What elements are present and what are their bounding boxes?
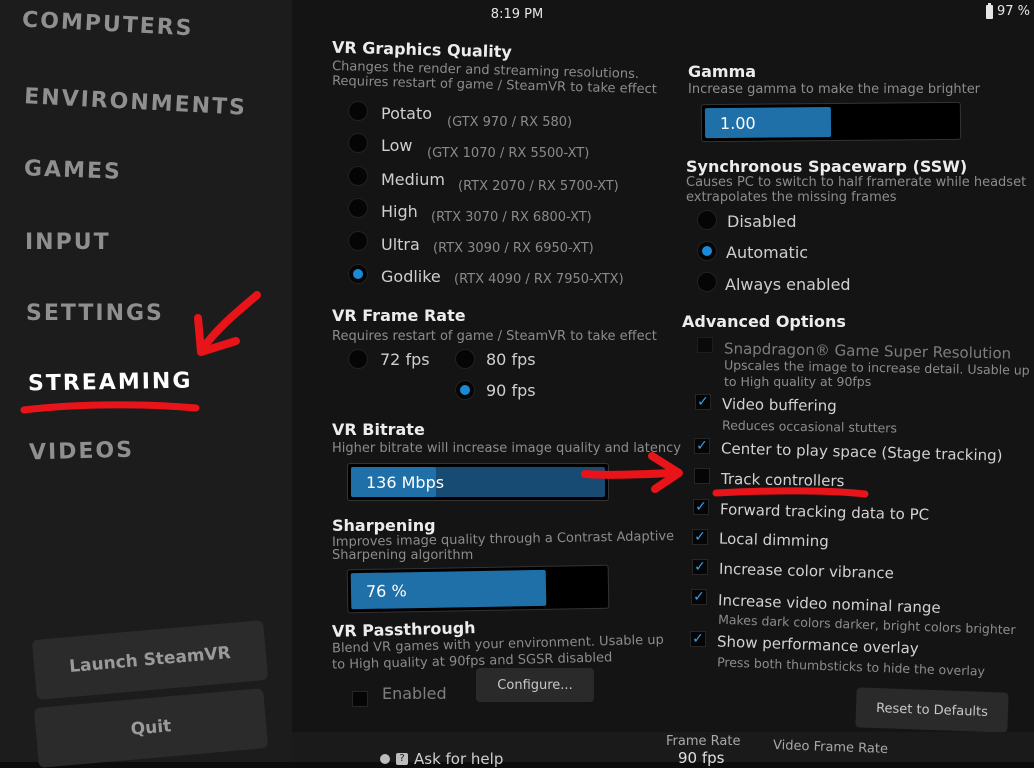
ssw-desc-1: Causes PC to switch to half framerate wh… — [686, 175, 1027, 190]
local-dimming-checkbox[interactable] — [692, 529, 708, 545]
radio-72fps[interactable] — [348, 349, 368, 369]
radio-ssw-disabled[interactable] — [697, 210, 717, 230]
passthrough-enabled-checkbox[interactable] — [352, 691, 368, 707]
ssw-option-label: Disabled — [727, 212, 797, 231]
ssw-option-label: Always enabled — [725, 275, 851, 294]
radio-godlike[interactable] — [348, 264, 368, 284]
video-buffering-label: Video buffering — [721, 395, 837, 415]
option-label: Medium — [381, 170, 445, 189]
clock: 8:19 PM — [490, 7, 544, 22]
option-note: (RTX 3090 / RX 6950-XT) — [433, 241, 594, 256]
advanced-title: Advanced Options — [682, 312, 846, 331]
option-label: Ultra — [381, 235, 420, 254]
radio-low[interactable] — [348, 133, 368, 153]
sharpening-desc-2: Sharpening algorithm — [332, 548, 474, 563]
battery-icon — [985, 2, 993, 19]
sharpening-value: 76 % — [365, 580, 407, 601]
option-label: High — [381, 202, 418, 221]
gamma-slider[interactable]: 1.00 — [700, 101, 962, 143]
gamma-desc: Increase gamma to make the image brighte… — [688, 82, 981, 97]
bitrate-value: 136 Mbps — [366, 472, 445, 492]
track-controllers-label: Track controllers — [720, 469, 845, 491]
sharpening-slider[interactable]: 76 % — [346, 564, 610, 614]
framerate-title: VR Frame Rate — [332, 306, 466, 325]
frame-rate-value: 90 fps — [678, 749, 725, 767]
nav-input[interactable]: INPUT — [25, 230, 111, 255]
option-label: Potato — [381, 104, 433, 123]
option-label: Low — [381, 136, 413, 155]
option-note: (RTX 2070 / RX 5700-XT) — [458, 179, 619, 194]
radio-ssw-automatic[interactable] — [697, 241, 717, 261]
sharpening-title: Sharpening — [332, 516, 436, 535]
option-note: (RTX 3070 / RX 6800-XT) — [431, 210, 592, 225]
track-controllers-checkbox[interactable] — [694, 468, 710, 484]
radio-ultra[interactable] — [348, 231, 368, 251]
sgsr-note-2: to High quality at 90fps — [724, 374, 872, 389]
passthrough-enabled-label: Enabled — [382, 684, 447, 703]
radio-medium[interactable] — [348, 166, 368, 186]
ssw-option-label: Automatic — [726, 243, 809, 262]
sidebar: COMPUTERS ENVIRONMENTS GAMES INPUT SETTI… — [0, 0, 292, 768]
gamma-title: Gamma — [688, 62, 757, 81]
bitrate-title: VR Bitrate — [332, 420, 425, 439]
nav-games[interactable]: GAMES — [24, 156, 123, 184]
reset-defaults-button[interactable]: Reset to Defaults — [855, 687, 1009, 733]
framerate-desc: Requires restart of game / SteamVR to ta… — [332, 329, 657, 344]
option-label: Godlike — [381, 267, 441, 286]
fps-option-label: 80 fps — [486, 350, 536, 369]
quit-button[interactable]: Quit — [33, 688, 269, 768]
gamma-value: 1.00 — [719, 113, 756, 133]
battery-indicator: 97 % — [985, 2, 1030, 19]
local-dimming-label: Local dimming — [718, 529, 829, 551]
ssw-title: Synchronous Spacewarp (SSW) — [686, 157, 968, 176]
ask-help-label: Ask for help — [414, 750, 504, 768]
battery-level: 97 % — [996, 4, 1030, 19]
frame-rate-label: Frame Rate — [666, 734, 741, 749]
nav-settings[interactable]: SETTINGS — [26, 301, 164, 326]
sgsr-checkbox[interactable] — [697, 337, 713, 353]
performance-overlay-checkbox[interactable] — [690, 631, 706, 647]
option-note: (GTX 970 / RX 580) — [447, 115, 573, 130]
option-note: (RTX 4090 / RX 7950-XTX) — [454, 272, 624, 287]
nav-videos[interactable]: VIDEOS — [29, 438, 135, 466]
fps-option-label: 90 fps — [486, 381, 536, 400]
ask-help-button[interactable]: ? Ask for help — [380, 750, 503, 768]
launch-steamvr-button[interactable]: Launch SteamVR — [31, 620, 269, 700]
help-badge-icon: ? — [396, 753, 408, 765]
bitrate-slider[interactable]: 136 Mbps — [347, 463, 609, 501]
ssw-desc-2: extrapolates the missing frames — [686, 190, 897, 205]
radio-90fps[interactable] — [455, 380, 475, 400]
nominal-range-checkbox[interactable] — [691, 589, 707, 605]
radio-80fps[interactable] — [455, 349, 475, 369]
nav-environments[interactable]: ENVIRONMENTS — [23, 84, 247, 121]
color-vibrance-checkbox[interactable] — [692, 559, 708, 575]
radio-ssw-always[interactable] — [697, 272, 717, 292]
option-note: (GTX 1070 / RX 5500-XT) — [427, 146, 590, 161]
configure-button[interactable]: Configure... — [476, 668, 594, 702]
fps-option-label: 72 fps — [380, 350, 430, 369]
center-play-space-checkbox[interactable] — [694, 438, 710, 454]
radio-high[interactable] — [348, 198, 368, 218]
bitrate-desc: Higher bitrate will increase image quali… — [332, 441, 681, 456]
nav-streaming[interactable]: STREAMING — [28, 369, 193, 397]
video-buffering-checkbox[interactable] — [695, 394, 711, 410]
forward-tracking-checkbox[interactable] — [693, 499, 709, 515]
chat-help-icon — [380, 754, 390, 764]
radio-potato[interactable] — [348, 101, 368, 121]
